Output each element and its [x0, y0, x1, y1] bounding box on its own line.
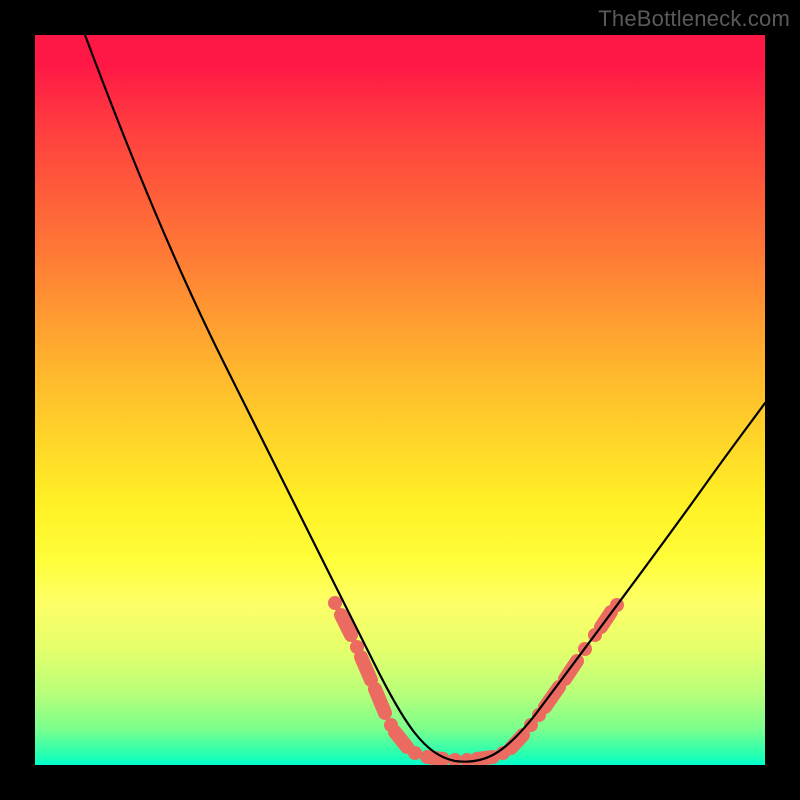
bottleneck-curve: [85, 35, 765, 762]
bottom-band: [328, 596, 624, 765]
gradient-plot-area: [35, 35, 765, 765]
outer-frame: TheBottleneck.com: [0, 0, 800, 800]
watermark-text: TheBottleneck.com: [598, 6, 790, 32]
curve-layer: [35, 35, 765, 765]
